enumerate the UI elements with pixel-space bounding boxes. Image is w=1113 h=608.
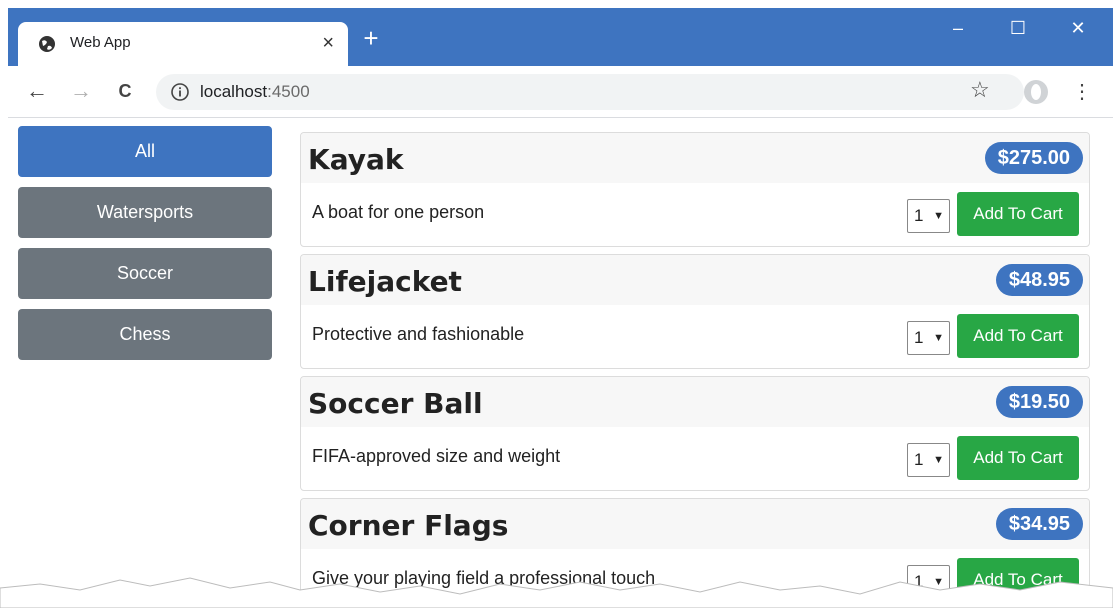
info-icon[interactable] [170, 82, 190, 102]
quantity-select[interactable]: 1 ▼ [907, 443, 950, 477]
category-button-all[interactable]: All [18, 126, 272, 177]
product-list: Kayak $275.00 A boat for one person 1 ▼ A… [300, 132, 1090, 608]
close-window-button[interactable]: ✕ [1063, 18, 1093, 39]
category-button-soccer[interactable]: Soccer [18, 248, 272, 299]
add-to-cart-button[interactable]: Add To Cart [957, 314, 1079, 358]
back-icon[interactable]: ← [24, 78, 50, 104]
product-card-header: Corner Flags $34.95 [301, 499, 1089, 549]
tab-close-icon[interactable]: × [322, 31, 334, 55]
globe-icon [39, 36, 55, 52]
category-button-watersports[interactable]: Watersports [18, 187, 272, 238]
product-card-header: Kayak $275.00 [301, 133, 1089, 183]
browser-window: Web App × + – ☐ ✕ ← → C localhost:4500 ☆… [8, 8, 1113, 608]
price-badge: $48.95 [995, 264, 1083, 296]
add-to-cart-button[interactable]: Add To Cart [957, 436, 1079, 480]
url-port: :4500 [267, 82, 310, 101]
quantity-value: 1 [914, 206, 924, 225]
product-card-header: Lifejacket $48.95 [301, 255, 1089, 305]
profile-avatar-icon[interactable] [1024, 80, 1048, 104]
category-button-chess[interactable]: Chess [18, 309, 272, 360]
quantity-select[interactable]: 1 ▼ [907, 199, 950, 233]
browser-toolbar: ← → C localhost:4500 ☆ ⋮ [8, 66, 1113, 118]
product-description: A boat for one person [312, 202, 485, 222]
dropdown-arrow-icon: ▼ [933, 332, 944, 344]
price-badge: $275.00 [984, 142, 1083, 174]
url-text: localhost:4500 [200, 82, 310, 102]
product-description: FIFA-approved size and weight [312, 446, 561, 466]
menu-dots-icon[interactable]: ⋮ [1072, 79, 1092, 105]
add-to-cart-button[interactable]: Add To Cart [957, 192, 1079, 236]
quantity-value: 1 [914, 328, 924, 347]
forward-icon[interactable]: → [68, 78, 94, 104]
quantity-select[interactable]: 1 ▼ [907, 321, 950, 355]
tab-title: Web App [70, 34, 131, 51]
reload-icon[interactable]: C [112, 78, 138, 104]
minimize-button[interactable]: – [943, 18, 973, 39]
product-card-header: Soccer Ball $19.50 [301, 377, 1089, 427]
dropdown-arrow-icon: ▼ [933, 454, 944, 466]
product-card: Kayak $275.00 A boat for one person 1 ▼ A… [300, 132, 1090, 247]
product-name: Lifejacket [308, 265, 462, 298]
category-sidebar: All Watersports Soccer Chess [18, 126, 272, 370]
maximize-button[interactable]: ☐ [1003, 18, 1033, 39]
price-badge: $19.50 [995, 386, 1083, 418]
product-name: Corner Flags [308, 509, 509, 542]
product-card: Soccer Ball $19.50 FIFA-approved size an… [300, 376, 1090, 491]
dropdown-arrow-icon: ▼ [933, 210, 944, 222]
product-description: Protective and fashionable [312, 324, 525, 344]
price-badge: $34.95 [995, 508, 1083, 540]
bookmark-star-icon[interactable]: ☆ [970, 77, 990, 103]
product-card: Lifejacket $48.95 Protective and fashion… [300, 254, 1090, 369]
product-name: Soccer Ball [308, 387, 483, 420]
title-bar: Web App × + – ☐ ✕ [8, 8, 1113, 66]
product-name: Kayak [308, 143, 404, 176]
torn-paper-edge [0, 577, 1113, 608]
address-bar[interactable]: localhost:4500 [156, 74, 1024, 110]
page-content: All Watersports Soccer Chess Kayak $275.… [8, 118, 1113, 608]
quantity-value: 1 [914, 450, 924, 469]
new-tab-button[interactable]: + [358, 25, 384, 52]
url-host: localhost [200, 82, 268, 101]
browser-tab[interactable]: Web App × [18, 22, 348, 66]
